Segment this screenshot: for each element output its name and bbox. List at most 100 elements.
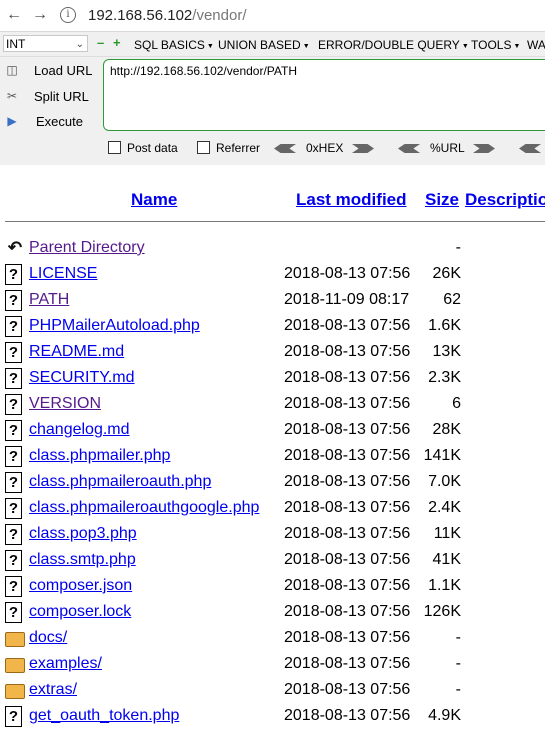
file-link[interactable]: extras/ [29,681,77,699]
column-header-name[interactable]: Name [131,190,177,210]
menu-union-based[interactable]: UNION BASED ▼ [218,38,310,52]
file-modified: 2018-08-13 07:56 [284,473,411,490]
file-unknown-icon: ? [5,342,22,363]
file-link[interactable]: class.phpmaileroauthgoogle.php [29,499,259,517]
menu-error-double-query[interactable]: ERROR/DOUBLE QUERY ▼ [318,38,469,52]
info-icon[interactable]: i [60,7,76,23]
plus-icon[interactable]: + [113,36,121,50]
minus-icon[interactable]: – [97,36,104,50]
load-url-label: Load URL [34,63,93,78]
menu-sql-basics[interactable]: SQL BASICS ▼ [134,38,214,52]
file-modified: 2018-08-13 07:56 [284,369,411,386]
file-size: 141K [423,447,461,464]
file-modified: 2018-08-13 07:56 [284,499,411,516]
file-link[interactable]: composer.lock [29,603,131,621]
file-modified: 2018-08-13 07:56 [284,655,411,672]
table-row: ? README.md 2018-08-13 07:56 13K [0,340,545,366]
scissors-icon: ✂ [6,89,18,103]
file-size: 41K [432,551,461,568]
file-size: 11K [433,525,461,542]
file-link[interactable]: docs/ [29,629,67,647]
menu-tools[interactable]: TOOLS ▼ [471,38,520,52]
table-row: docs/2018-08-13 07:56 - [0,626,545,652]
table-row: ? class.pop3.php 2018-08-13 07:56 11K [0,522,545,548]
post-data-checkbox[interactable] [108,141,121,154]
file-link[interactable]: class.pop3.php [29,525,137,543]
file-size: 1.1K [428,577,461,594]
file-link[interactable]: PATH [29,291,69,309]
directory-listing: Name Last modified Size Description ↶ Par… [0,165,545,727]
file-modified: 2018-08-13 07:56 [284,447,411,464]
column-header-description[interactable]: Description [465,190,545,210]
table-row: ? class.phpmailer.php 2018-08-13 07:56 141K [0,444,545,470]
file-link[interactable]: LICENSE [29,265,97,283]
back-arrow-icon[interactable]: ← [4,5,24,25]
file-link[interactable]: class.phpmailer.php [29,447,170,465]
table-row: ? class.phpmaileroauthgoogle.php 2018-08-1… [0,496,545,522]
file-unknown-icon: ? [5,472,22,493]
table-row: ? class.smtp.php 2018-08-13 07:56 41K [0,548,545,574]
file-link[interactable]: composer.json [29,577,132,595]
table-row: ? class.phpmaileroauth.php 2018-08-13 07:5… [0,470,545,496]
folder-icon [5,658,25,673]
file-link[interactable]: Parent Directory [29,239,145,257]
file-link[interactable]: README.md [29,343,124,361]
file-size: 126K [423,603,461,620]
file-link[interactable]: PHPMailerAutoload.php [29,317,200,335]
table-row: ? SECURITY.md 2018-08-13 07:56 2.3K [0,366,545,392]
url-decode-arrow-icon[interactable] [398,144,420,153]
table-row: ↶ Parent Directory - [0,236,545,262]
url-encode-arrow-icon[interactable] [473,144,495,153]
file-unknown-icon: ? [5,576,22,597]
file-size: 2.3K [428,369,461,386]
file-modified: 2018-08-13 07:56 [284,525,411,542]
column-header-size[interactable]: Size [425,190,459,210]
referrer-checkbox[interactable] [197,141,210,154]
column-header-last-modified[interactable]: Last modified [296,190,407,210]
file-link[interactable]: VERSION [29,395,101,413]
file-link[interactable]: changelog.md [29,421,130,439]
type-select[interactable]: INT ⌄ [3,35,88,52]
file-modified: 2018-08-13 07:56 [284,343,411,360]
hex-decode-arrow-icon[interactable] [274,144,296,153]
file-unknown-icon: ? [5,368,22,389]
file-unknown-icon: ? [5,290,22,311]
file-size: 7.0K [428,473,461,490]
url-host: 192.168.56.102 [88,7,193,24]
table-row: ? composer.json 2018-08-13 07:56 1.1K [0,574,545,600]
parent-dir-icon: ↶ [7,238,23,257]
file-size: - [455,655,461,672]
post-data-option[interactable]: Post data [108,141,178,155]
file-link[interactable]: SECURITY.md [29,369,135,387]
file-unknown-icon: ? [5,446,22,467]
forward-arrow-icon[interactable]: → [30,5,50,25]
file-link[interactable]: class.smtp.php [29,551,136,569]
file-unknown-icon: ? [5,602,22,623]
post-data-label: Post data [127,141,178,155]
dropdown-triangle-icon: ▼ [461,43,469,50]
file-size: 4.9K [428,707,461,724]
referrer-option[interactable]: Referrer [197,141,260,155]
base64-decode-arrow-icon[interactable] [519,144,541,153]
hackbar-panel: ◫ Load URL ✂ Split URL ▶ Execute http://… [0,57,545,165]
file-modified: 2018-08-13 07:56 [284,707,411,724]
url-field[interactable]: 192.168.56.102/vendor/ [88,7,246,24]
file-size: 6 [452,395,461,412]
file-link[interactable]: class.phpmaileroauth.php [29,473,211,491]
file-modified: 2018-08-13 07:56 [284,629,411,646]
folder-icon [5,684,25,699]
file-link[interactable]: examples/ [29,655,102,673]
menu-label: SQL BASICS [134,38,205,52]
url-textarea[interactable]: http://192.168.56.102/vendor/PATH [103,59,545,131]
file-unknown-icon: ? [5,550,22,571]
hex-encode-arrow-icon[interactable] [352,144,374,153]
chevron-down-icon: ⌄ [75,39,84,50]
file-modified: 2018-08-13 07:56 [284,681,411,698]
file-modified: 2018-08-13 07:56 [284,577,411,594]
dropdown-triangle-icon: ▼ [302,43,310,50]
file-unknown-icon: ? [5,264,22,285]
dropdown-triangle-icon: ▼ [513,43,521,50]
file-unknown-icon: ? [5,706,22,727]
file-link[interactable]: get_oauth_token.php [29,707,179,725]
menu-waf[interactable]: WA [527,38,545,52]
